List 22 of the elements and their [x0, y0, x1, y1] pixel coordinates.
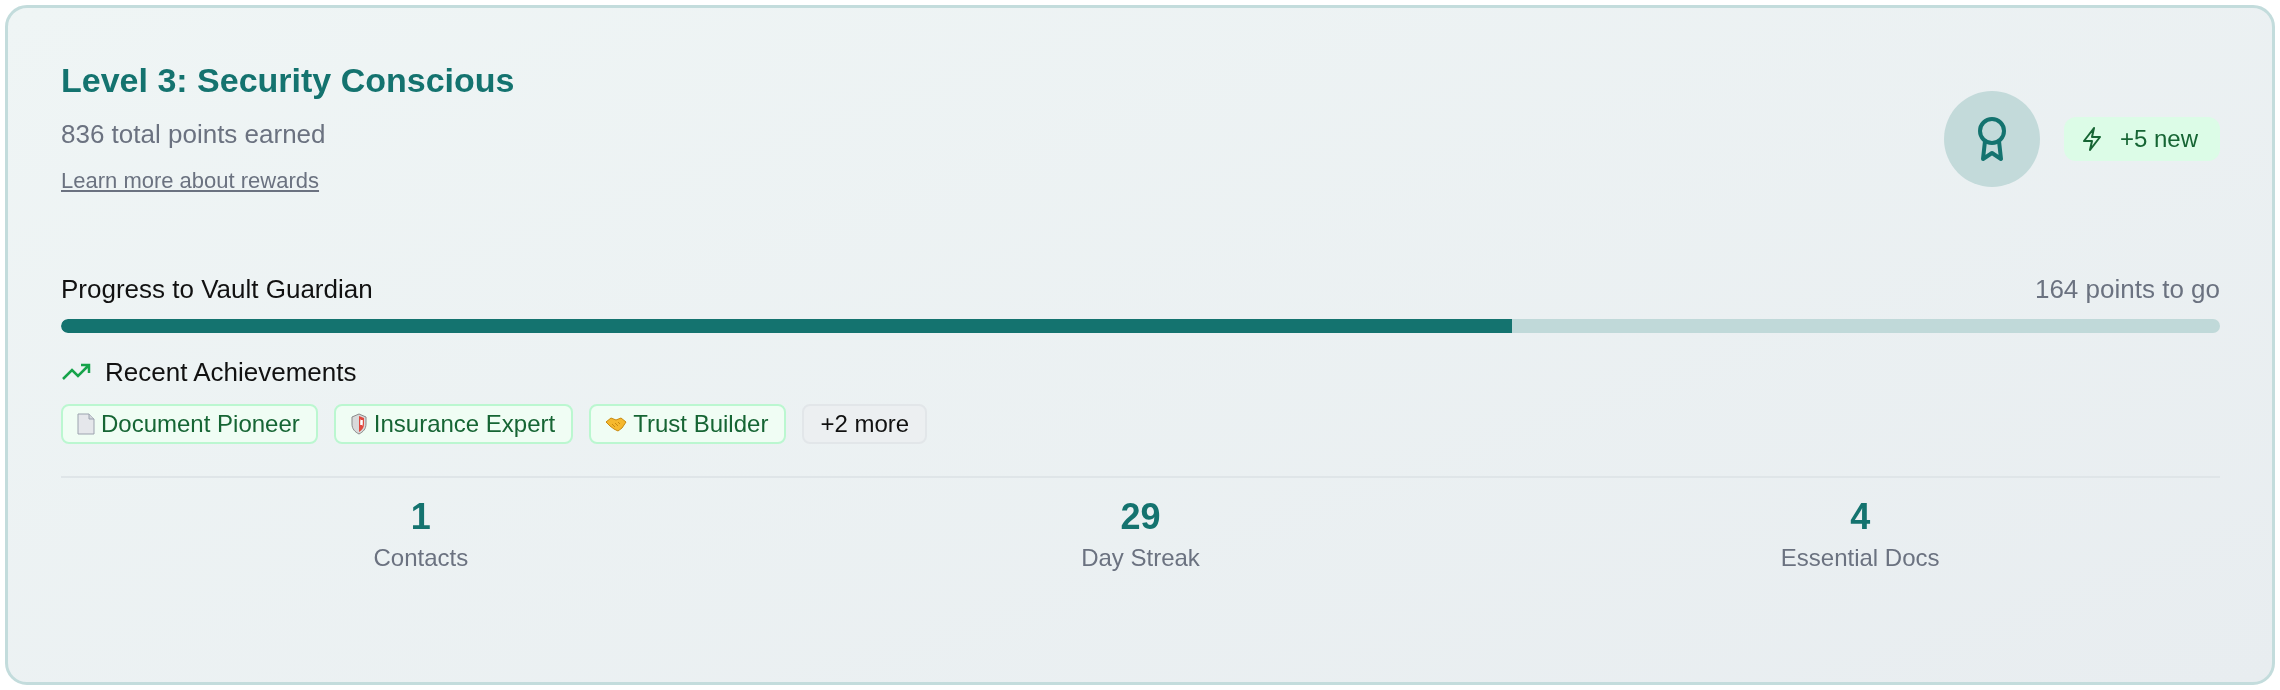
- achievement-badge: Insurance Expert: [333, 403, 574, 444]
- stat-value: 1: [409, 495, 432, 538]
- points-total: 836 total points earned: [61, 118, 327, 150]
- stat-value: 29: [1119, 495, 1162, 538]
- stat-label: Contacts: [372, 543, 470, 572]
- handshake-icon: [605, 414, 628, 433]
- level-title: Level 3: Security Conscious: [61, 60, 515, 101]
- achievement-badge: Trust Builder: [589, 403, 787, 444]
- rewards-link[interactable]: Learn more about rewards: [61, 167, 320, 194]
- more-badge: +2 more: [802, 403, 928, 444]
- stat-label: Essential Docs: [1779, 543, 1941, 572]
- shield-icon: [349, 412, 368, 435]
- stat-value: 4: [1849, 495, 1872, 538]
- new-points-text: +5 new: [2119, 125, 2198, 153]
- points-remaining: 164 points to go: [2034, 273, 2220, 305]
- trending-up-icon: [61, 363, 91, 382]
- document-icon: [77, 412, 95, 435]
- progress-label: Progress to Vault Guardian: [61, 273, 373, 305]
- achievements-heading: Recent Achievements: [105, 356, 357, 388]
- lightning-icon: [2081, 127, 2102, 151]
- achievement-badge: Document Pioneer: [61, 403, 318, 444]
- stat-label: Day Streak: [1080, 543, 1201, 572]
